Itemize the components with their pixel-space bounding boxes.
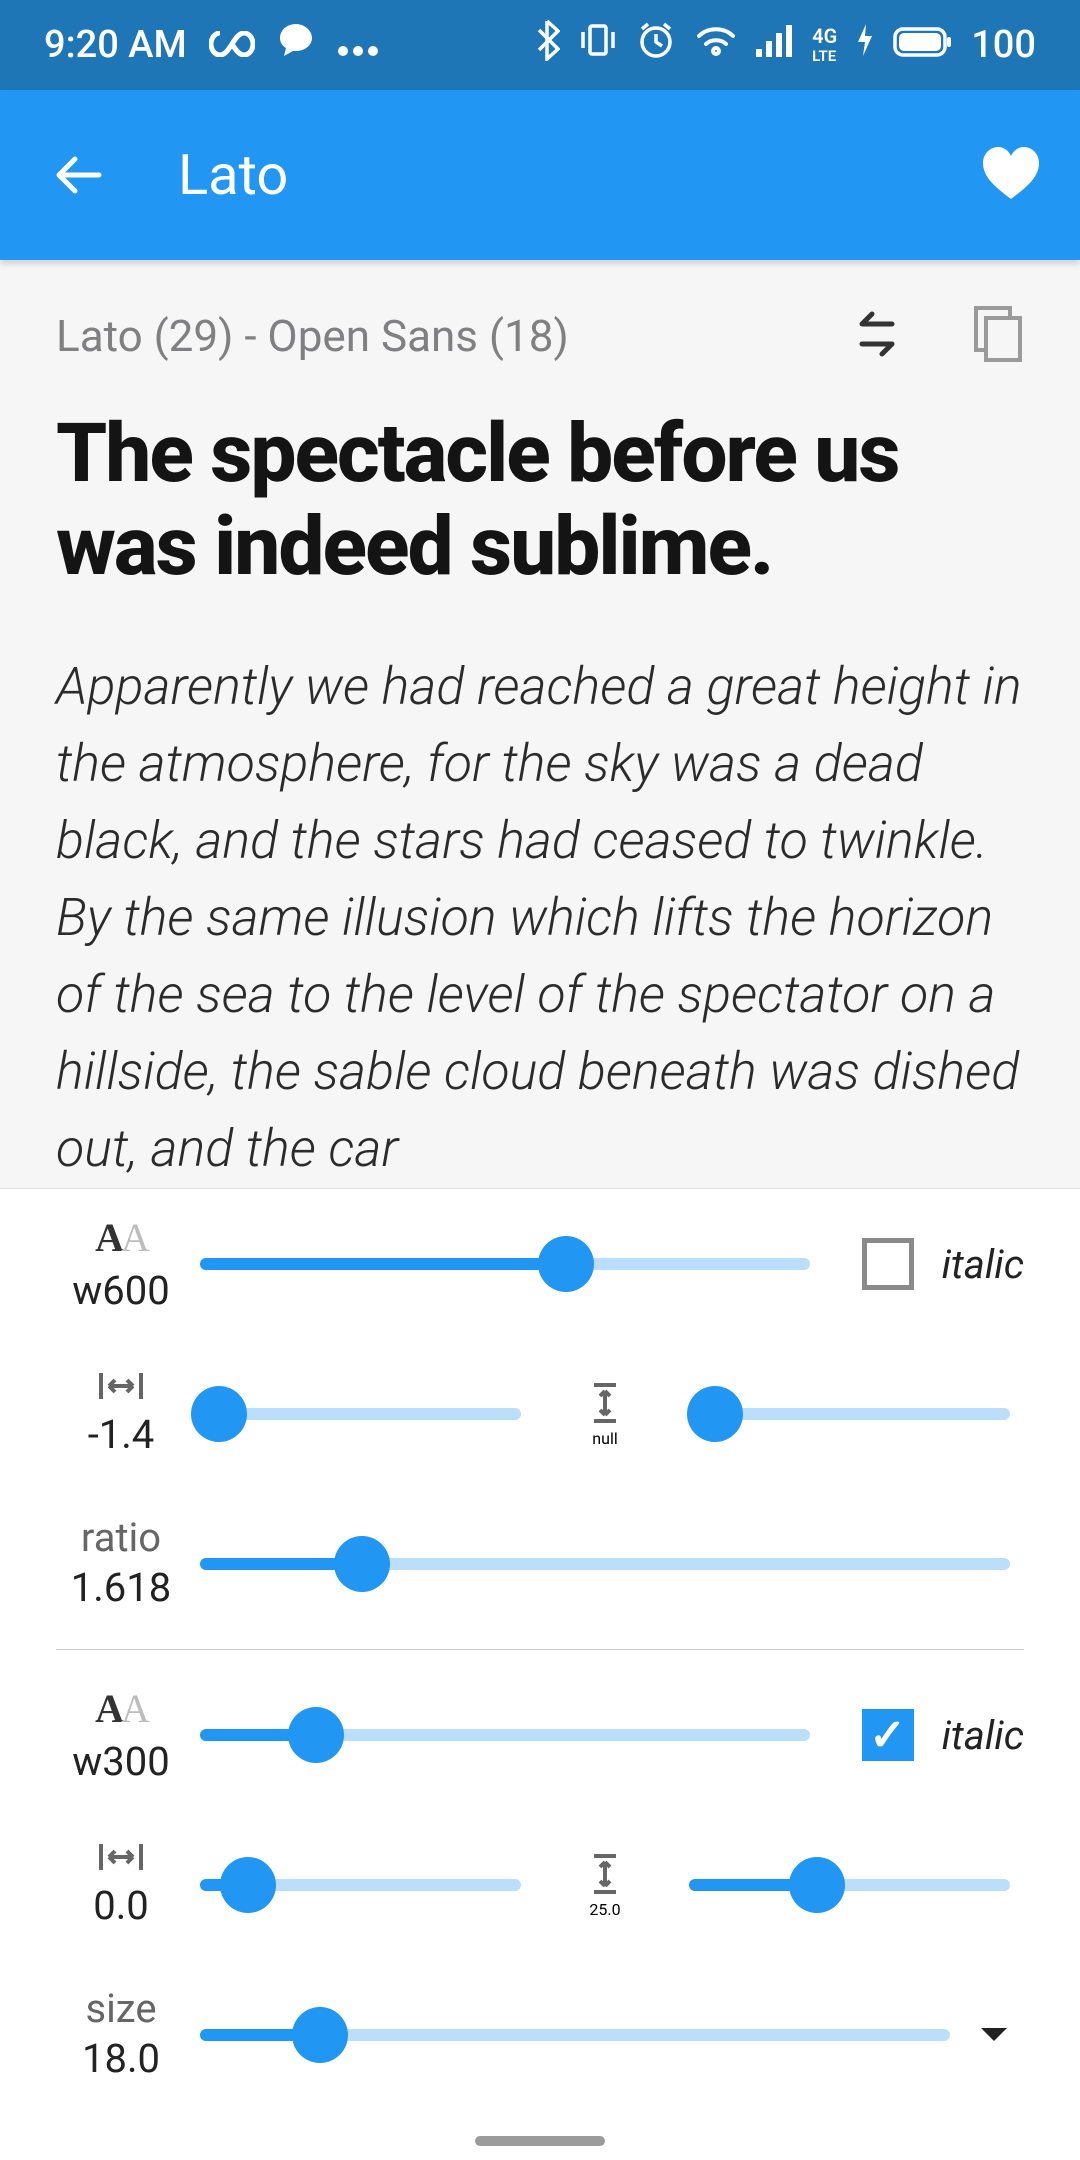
headline-tracking-slider[interactable] — [200, 1394, 521, 1434]
status-time: 9:20 AM — [44, 23, 187, 67]
body-italic-toggle[interactable]: ✓ italic — [824, 1709, 1024, 1761]
charging-icon — [855, 22, 875, 68]
body-size-row: size 18.0 — [56, 1960, 1024, 2110]
body-controls: AA w300 ✓ italic 0.0 — [0, 1660, 1080, 2110]
italic-label: italic — [942, 1241, 1024, 1288]
body-weight-row: AA w300 ✓ italic — [56, 1660, 1024, 1810]
divider — [56, 1649, 1024, 1650]
favorite-button[interactable] — [980, 145, 1042, 205]
heart-icon — [980, 145, 1042, 201]
leading-icon — [590, 1852, 620, 1900]
headline-ratio-value: 1.618 — [71, 1564, 171, 1611]
swap-icon — [848, 310, 904, 358]
gesture-bar — [475, 2136, 605, 2146]
back-button[interactable] — [38, 135, 118, 215]
chevron-down-icon — [979, 2026, 1009, 2044]
body-tracking-label: 0.0 — [56, 1842, 186, 1929]
headline-italic-toggle[interactable]: italic — [824, 1238, 1024, 1290]
body-weight-slider[interactable] — [200, 1715, 810, 1755]
headline-ratio-label: ratio 1.618 — [56, 1518, 186, 1611]
status-bar: 9:20 AM 4GLTE 10 — [0, 0, 1080, 90]
chat-icon — [277, 21, 315, 69]
headline-tracking-label: -1.4 — [56, 1371, 186, 1458]
more-icon — [337, 23, 379, 67]
vibrate-icon — [578, 22, 618, 68]
tracking-icon — [97, 1842, 145, 1876]
headline-weight-label: AA w600 — [56, 1214, 186, 1314]
preview-headline: The spectacle before us was indeed subli… — [56, 408, 1024, 593]
tracking-icon — [97, 1371, 145, 1405]
body-weight-label: AA w300 — [56, 1685, 186, 1785]
expand-button[interactable] — [964, 2026, 1024, 2044]
battery-percent: 100 — [971, 23, 1036, 67]
network-type-icon: 4GLTE — [812, 27, 837, 64]
headline-ratio-row: ratio 1.618 — [56, 1489, 1024, 1639]
italic-label: italic — [942, 1712, 1024, 1759]
headline-controls: AA w600 italic -1.4 — [0, 1189, 1080, 1639]
preview-body: Apparently we had reached a great height… — [56, 649, 1024, 1188]
weight-icon: AA — [95, 1685, 147, 1732]
headline-weight-slider[interactable] — [200, 1244, 810, 1284]
wifi-icon — [694, 22, 738, 68]
headline-ratio-slider[interactable] — [200, 1544, 1010, 1584]
controls-panel: AA w600 italic -1.4 — [0, 1188, 1080, 2110]
status-left: 9:20 AM — [44, 21, 379, 69]
headline-spacing-row: -1.4 null — [56, 1339, 1024, 1489]
body-size-value: 18.0 — [82, 2035, 160, 2082]
font-pair-text: Lato (29) - Open Sans (18) — [56, 310, 569, 362]
arrow-left-icon — [51, 148, 105, 202]
headline-leading-value: null — [592, 1429, 617, 1448]
leading-icon — [590, 1381, 620, 1429]
copy-icon — [972, 304, 1024, 364]
battery-icon — [893, 23, 953, 67]
size-label-text: size — [85, 1989, 156, 2029]
body-size-slider[interactable] — [200, 2015, 950, 2055]
infinity-icon — [209, 23, 255, 67]
preview-area: The spectacle before us was indeed subli… — [0, 398, 1080, 1188]
headline-weight-value: w600 — [72, 1267, 170, 1314]
body-leading-value: 25.0 — [589, 1900, 620, 1919]
headline-tracking-value: -1.4 — [88, 1411, 155, 1458]
body-weight-value: w300 — [72, 1738, 170, 1785]
body-tracking-slider[interactable] — [200, 1865, 521, 1905]
body-tracking-value: 0.0 — [93, 1882, 149, 1929]
body-spacing-row: 0.0 25.0 — [56, 1810, 1024, 1960]
copy-button[interactable] — [972, 304, 1024, 368]
weight-icon: AA — [95, 1214, 147, 1261]
headline-leading-slider[interactable] — [689, 1394, 1010, 1434]
checkbox-unchecked-icon — [862, 1238, 914, 1290]
body-size-label: size 18.0 — [56, 1989, 186, 2082]
app-bar: Lato — [0, 90, 1080, 260]
signal-icon — [756, 23, 794, 67]
swap-button[interactable] — [848, 310, 904, 362]
alarm-icon — [636, 20, 676, 70]
body-leading-slider[interactable] — [689, 1865, 1010, 1905]
body-leading-label: 25.0 — [535, 1852, 675, 1919]
status-right: 4GLTE 100 — [534, 19, 1036, 71]
bluetooth-icon — [534, 19, 560, 71]
font-pair-info: Lato (29) - Open Sans (18) — [0, 260, 1080, 398]
headline-leading-label: null — [535, 1381, 675, 1448]
ratio-label-text: ratio — [81, 1518, 161, 1558]
checkbox-checked-icon: ✓ — [862, 1709, 914, 1761]
headline-weight-row: AA w600 italic — [56, 1189, 1024, 1339]
page-title: Lato — [178, 142, 288, 208]
